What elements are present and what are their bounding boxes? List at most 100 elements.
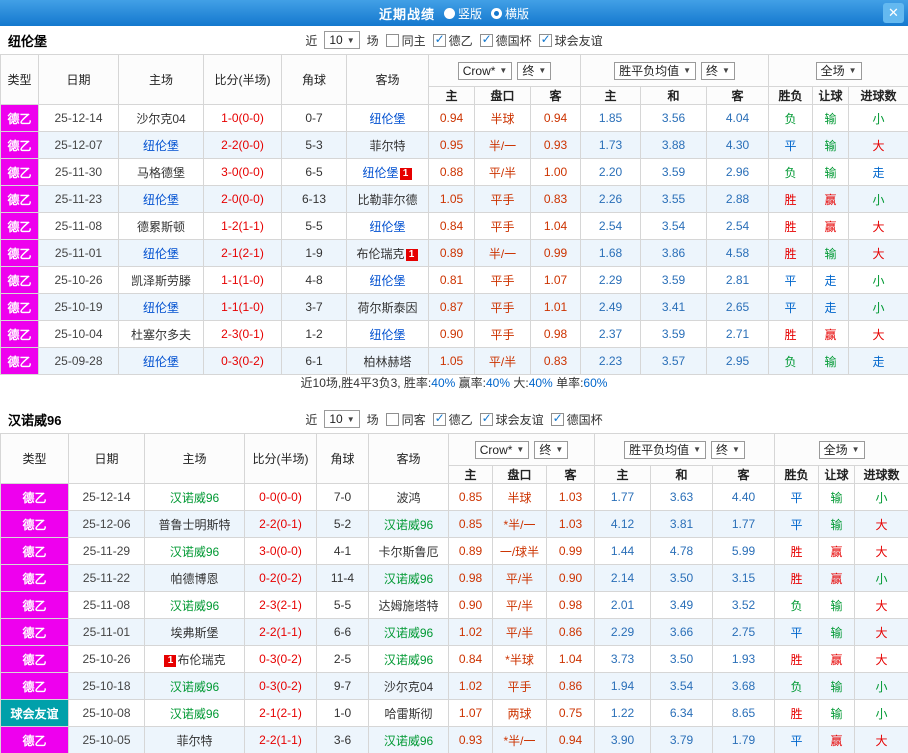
home-team-name[interactable]: 凯泽斯劳滕 (131, 274, 191, 288)
avg-draw-cell: 3.56 (640, 104, 708, 132)
home-team-cell: 纽伦堡 (118, 293, 204, 321)
red-card-badge: 1 (164, 654, 177, 667)
avg-source-select[interactable]: 胜平负均值 ▼ (614, 61, 697, 80)
home-team-name[interactable]: 帕德博恩 (170, 572, 218, 586)
home-team-name[interactable]: 汉诺威96 (170, 707, 219, 721)
home-team-name[interactable]: 杜塞尔多夫 (131, 328, 191, 342)
home-team-name[interactable]: 纽伦堡 (143, 247, 179, 261)
home-team-name[interactable]: 布伦瑞克 (177, 653, 225, 667)
match-row: 德乙 25-10-04 杜塞尔多夫 2-3(0-1) 1-2 纽伦堡 0.90 平手 0.98 2… (0, 320, 908, 348)
home-team-name[interactable]: 汉诺威96 (170, 680, 219, 694)
filter-checkbox-1[interactable]: 德乙 (432, 411, 473, 428)
odds-handicap-cell: *半球 (492, 645, 547, 673)
away-team-name[interactable]: 纽伦堡 (369, 328, 405, 342)
avg-source-select[interactable]: 胜平负均值 ▼ (624, 440, 707, 459)
away-team-name[interactable]: 柏林赫塔 (363, 355, 411, 369)
summary-label: 赢率: (458, 376, 486, 390)
odds-source-select[interactable]: Crow* ▼ (474, 440, 530, 459)
away-team-name[interactable]: 纽伦堡 (369, 274, 405, 288)
home-team-name[interactable]: 汉诺威96 (170, 545, 219, 559)
away-team-name[interactable]: 波鸿 (396, 491, 420, 505)
filter-checkbox-3[interactable]: 德国杯 (550, 411, 603, 428)
odds-home-cell: 0.85 (448, 510, 493, 538)
filter-checkbox-2[interactable]: 球会友谊 (479, 411, 544, 428)
away-team-name[interactable]: 汉诺威96 (384, 653, 433, 667)
scope-select[interactable]: 全场 ▼ (818, 440, 865, 459)
odds-handicap-cell: 平/半 (492, 618, 547, 646)
avg-home-cell: 1.73 (580, 131, 642, 159)
avg-away-cell: 1.93 (712, 645, 776, 673)
home-team-cell: 德累斯顿 (118, 212, 204, 240)
home-team-cell: 普鲁士明斯特 (144, 510, 245, 538)
filter-checkbox-1[interactable]: 德乙 (432, 32, 473, 49)
score-cell: 2-3(0-1) (203, 320, 282, 348)
away-team-cell: 汉诺威96 (368, 564, 449, 592)
home-team-name[interactable]: 德累斯顿 (137, 220, 185, 234)
away-team-name[interactable]: 纽伦堡 (362, 166, 398, 180)
away-team-name[interactable]: 菲尔特 (369, 139, 405, 153)
topbar-center: 近期战绩 竖版 横版 (379, 4, 529, 23)
layout-radio-horizontal[interactable]: 横版 (491, 5, 529, 22)
home-team-name[interactable]: 菲尔特 (176, 734, 212, 748)
match-count-select[interactable]: 10 ▼ (324, 410, 360, 428)
filter-checkbox-0[interactable]: 同客 (385, 411, 426, 428)
avg-draw-cell: 3.86 (640, 239, 708, 267)
away-team-name[interactable]: 汉诺威96 (384, 572, 433, 586)
odds-source-select[interactable]: Crow* ▼ (457, 61, 513, 80)
away-team-name[interactable]: 荷尔斯泰因 (357, 301, 417, 315)
away-team-name[interactable]: 达姆施塔特 (378, 599, 438, 613)
filter-checkbox-3[interactable]: 球会友谊 (538, 32, 603, 49)
away-team-name[interactable]: 比勒菲尔德 (357, 193, 417, 207)
date-cell: 25-11-01 (68, 618, 145, 646)
filter-checkbox-2[interactable]: 德国杯 (479, 32, 532, 49)
home-team-name[interactable]: 纽伦堡 (143, 355, 179, 369)
league-cell: 德乙 (0, 672, 69, 700)
home-team-name[interactable]: 埃弗斯堡 (170, 626, 218, 640)
away-team-name[interactable]: 沙尔克04 (384, 680, 433, 694)
away-team-cell: 汉诺威96 (368, 510, 449, 538)
away-team-name[interactable]: 布伦瑞克 (356, 247, 404, 261)
layout-radio-vertical[interactable]: 竖版 (443, 5, 482, 22)
odds-away-cell: 1.03 (545, 483, 596, 511)
goals-cell: 大 (854, 645, 908, 673)
avg-away-cell: 1.79 (712, 726, 776, 753)
away-team-name[interactable]: 哈雷斯彻 (384, 707, 432, 721)
away-team-name[interactable]: 纽伦堡 (369, 112, 405, 126)
handicap-result-cell: 赢 (818, 537, 856, 565)
away-team-name[interactable]: 汉诺威96 (384, 518, 433, 532)
avg-draw-cell: 3.57 (640, 347, 708, 375)
home-team-name[interactable]: 纽伦堡 (143, 139, 179, 153)
score-cell: 2-3(2-1) (244, 591, 317, 619)
home-team-name[interactable]: 纽伦堡 (143, 193, 179, 207)
away-team-name[interactable]: 纽伦堡 (369, 220, 405, 234)
odds-final-select-value: 终 (539, 443, 552, 457)
match-count-select[interactable]: 10 ▼ (324, 31, 360, 49)
scope-select[interactable]: 全场 ▼ (815, 61, 862, 80)
home-team-name[interactable]: 汉诺威96 (170, 491, 219, 505)
handicap-result-cell: 赢 (818, 645, 856, 673)
away-team-name[interactable]: 汉诺威96 (384, 626, 433, 640)
home-team-name[interactable]: 汉诺威96 (170, 599, 219, 613)
league-cell: 德乙 (0, 104, 39, 132)
odds-final-select[interactable]: 终 ▼ (534, 440, 569, 459)
filter-checkbox-0[interactable]: 同主 (385, 32, 426, 49)
odds-away-cell: 0.99 (545, 537, 596, 565)
away-team-name[interactable]: 汉诺威96 (384, 734, 433, 748)
home-team-name[interactable]: 普鲁士明斯特 (158, 518, 230, 532)
home-team-name[interactable]: 纽伦堡 (143, 301, 179, 315)
score-cell: 1-1(1-0) (203, 293, 282, 321)
avg-selects: 胜平负均值 ▼ 终 ▼ (596, 440, 774, 459)
home-team-name[interactable]: 沙尔克04 (136, 112, 185, 126)
odds-final-select[interactable]: 终 ▼ (517, 61, 552, 80)
home-team-name[interactable]: 马格德堡 (137, 166, 185, 180)
avg-final-select[interactable]: 终 ▼ (701, 61, 735, 80)
match-row: 球会友谊 25-10-08 汉诺威96 2-1(2-1) 1-0 哈雷斯彻 1.07 两球 0.… (0, 699, 908, 727)
goals-cell: 大 (848, 320, 908, 348)
close-icon[interactable]: ✕ (883, 3, 904, 23)
avg-final-select[interactable]: 终 ▼ (711, 440, 745, 459)
avg-home-cell: 2.23 (580, 347, 642, 375)
odds-away-cell: 1.03 (545, 510, 596, 538)
date-cell: 25-12-07 (38, 131, 119, 159)
away-header: 客场 (368, 433, 449, 484)
away-team-name[interactable]: 卡尔斯鲁厄 (378, 545, 438, 559)
